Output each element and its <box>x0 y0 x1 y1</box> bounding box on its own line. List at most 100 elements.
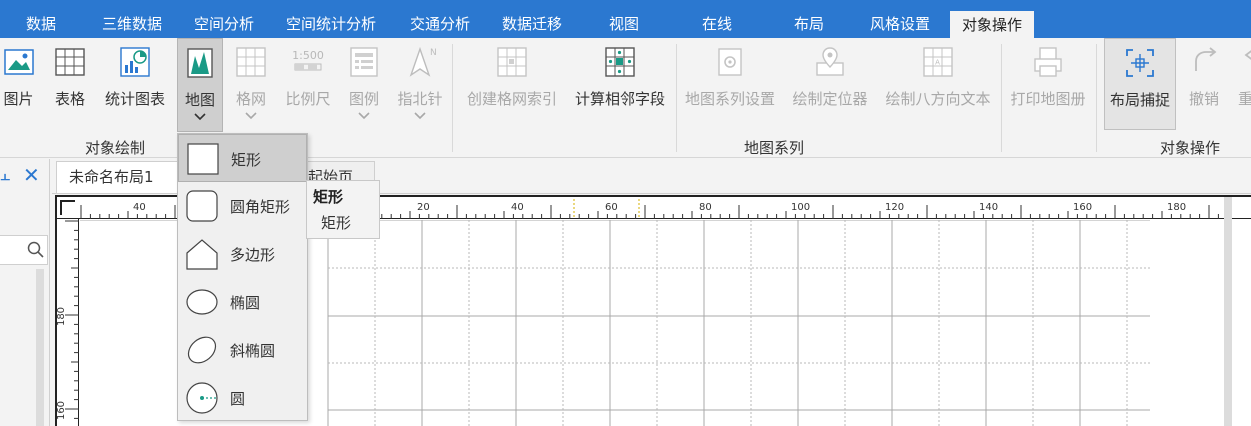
left-dock-panel: ⫠ ✕ <box>0 159 50 426</box>
panel-scrollbar[interactable] <box>36 269 44 426</box>
ruler-label: 80 <box>699 202 712 213</box>
scale-button[interactable]: 1:500 比例尺 <box>283 38 333 132</box>
draw-eight-direction-text-button[interactable]: A 绘制八方向文本 <box>880 38 996 132</box>
draw-eight-direction-text-label: 绘制八方向文本 <box>885 90 991 108</box>
polygon-icon <box>186 239 218 270</box>
close-icon[interactable]: ✕ <box>23 163 40 187</box>
grid-icon <box>236 47 266 77</box>
undo-button[interactable]: 撤销 <box>1182 38 1226 132</box>
picture-label: 图片 <box>3 90 34 108</box>
group-separator <box>1001 44 1002 152</box>
create-grid-index-label: 创建格网索引 <box>466 90 557 108</box>
map-icon <box>187 48 213 78</box>
redo-icon <box>1244 50 1251 60</box>
menu-item-ellipse[interactable]: 椭圆 <box>178 278 307 326</box>
app-window: 数据 三维数据 空间分析 空间统计分析 交通分析 数据迁移 视图 在线 布局 风… <box>0 0 1251 426</box>
layout-snap-button[interactable]: 布局捕捉 <box>1104 38 1176 130</box>
stat-chart-label: 统计图表 <box>104 90 165 108</box>
ruler-label: 120 <box>885 202 905 213</box>
tab-view[interactable]: 视图 <box>609 10 639 38</box>
printer-icon <box>1034 47 1062 77</box>
legend-button[interactable]: 图例 <box>344 38 384 132</box>
ruler-label: 40 <box>511 202 524 213</box>
menu-item-label: 椭圆 <box>230 294 261 312</box>
print-map-book-button[interactable]: 打印地图册 <box>1006 38 1090 132</box>
ruler-label: 100 <box>791 202 811 213</box>
search-icon[interactable] <box>27 241 45 259</box>
grid-index-icon <box>497 47 527 77</box>
undo-icon <box>1195 47 1217 71</box>
menu-item-oblique-ellipse[interactable]: 斜椭圆 <box>178 326 307 374</box>
table-icon <box>55 48 85 76</box>
picture-button[interactable]: 图片 <box>0 38 37 132</box>
menu-item-circle[interactable]: 圆 <box>178 374 307 422</box>
map-label: 地图 <box>184 91 215 109</box>
map-series-settings-icon <box>718 48 742 76</box>
menu-item-label: 圆 <box>230 390 246 408</box>
north-arrow-button[interactable]: N 指北针 <box>395 38 445 132</box>
ruler-label: 20 <box>417 202 430 213</box>
tab-layout[interactable]: 布局 <box>794 10 824 38</box>
tab-3d-data[interactable]: 三维数据 <box>102 10 162 38</box>
legend-icon <box>350 47 378 77</box>
menu-item-label: 矩形 <box>231 151 262 169</box>
panel-search-input[interactable] <box>0 235 48 265</box>
chevron-down-icon <box>414 112 426 120</box>
vertical-ruler: 180 160 <box>56 219 79 426</box>
canvas-vertical-scrollbar[interactable] <box>1224 197 1232 426</box>
grid-button[interactable]: 格网 <box>231 38 271 132</box>
undo-label: 撤销 <box>1188 90 1219 108</box>
menu-item-label: 斜椭圆 <box>230 342 276 360</box>
tab-data[interactable]: 数据 <box>26 10 56 38</box>
calc-neighbor-field-button[interactable]: 计算相邻字段 <box>570 38 670 132</box>
tab-data-migration[interactable]: 数据迁移 <box>502 10 562 38</box>
menu-item-rectangle[interactable]: 矩形 <box>178 134 307 182</box>
menu-item-label: 圆角矩形 <box>230 198 291 216</box>
rectangle-icon <box>187 143 219 175</box>
circle-icon <box>186 382 218 414</box>
tab-spatial-analysis[interactable]: 空间分析 <box>194 10 254 38</box>
table-label: 表格 <box>54 90 85 108</box>
chevron-down-icon <box>194 113 206 121</box>
doc-tab-layout[interactable]: 未命名布局1 ✕ <box>56 161 197 193</box>
draw-locator-label: 绘制定位器 <box>792 90 868 108</box>
tab-traffic-analysis[interactable]: 交通分析 <box>410 10 470 38</box>
menu-item-polygon[interactable]: 多边形 <box>178 230 307 278</box>
scale-bar-icon: 1:500 <box>292 49 324 71</box>
draw-locator-button[interactable]: 绘制定位器 <box>788 38 872 132</box>
tooltip-title: 矩形 <box>313 188 344 206</box>
oblique-ellipse-icon <box>187 336 217 364</box>
svg-text:N: N <box>430 48 437 58</box>
create-grid-index-button[interactable]: 创建格网索引 <box>462 38 562 132</box>
redo-button[interactable]: 重 <box>1232 38 1251 132</box>
ellipse-icon <box>186 289 218 315</box>
ruler-label: 180 <box>1167 202 1187 213</box>
map-shape-dropdown: 矩形 圆角矩形 多边形 椭圆 斜椭圆 圆 <box>177 133 308 421</box>
group-label-map-series: 地图系列 <box>744 139 805 157</box>
doc-tab-layout-label: 未命名布局1 <box>69 168 154 186</box>
ruler-label: 40 <box>133 202 146 213</box>
tab-spatial-statistics[interactable]: 空间统计分析 <box>286 10 376 38</box>
group-separator <box>1096 44 1097 152</box>
layout-snap-label: 布局捕捉 <box>1109 91 1170 109</box>
map-series-settings-label: 地图系列设置 <box>684 90 775 108</box>
calc-neighbor-field-label: 计算相邻字段 <box>574 90 665 108</box>
ruler-label: 140 <box>979 202 999 213</box>
tab-style-settings[interactable]: 风格设置 <box>870 10 930 38</box>
group-separator <box>676 44 677 152</box>
group-label-object-operations: 对象操作 <box>1160 139 1221 157</box>
north-arrow-icon: N <box>409 46 437 77</box>
group-separator <box>452 44 453 152</box>
stat-chart-button[interactable]: 统计图表 <box>100 38 170 132</box>
menu-item-rounded-rectangle[interactable]: 圆角矩形 <box>178 182 307 230</box>
picture-icon <box>3 49 34 75</box>
svg-text:A: A <box>935 59 940 67</box>
table-button[interactable]: 表格 <box>50 38 90 132</box>
map-button[interactable]: 地图 <box>177 38 223 132</box>
pin-icon[interactable]: ⫠ <box>0 165 10 185</box>
tab-object-operations[interactable]: 对象操作 <box>950 11 1035 38</box>
map-series-settings-button[interactable]: 地图系列设置 <box>680 38 780 132</box>
menu-item-label: 多边形 <box>230 246 276 264</box>
north-arrow-label: 指北针 <box>397 90 443 108</box>
tab-online[interactable]: 在线 <box>702 10 732 38</box>
